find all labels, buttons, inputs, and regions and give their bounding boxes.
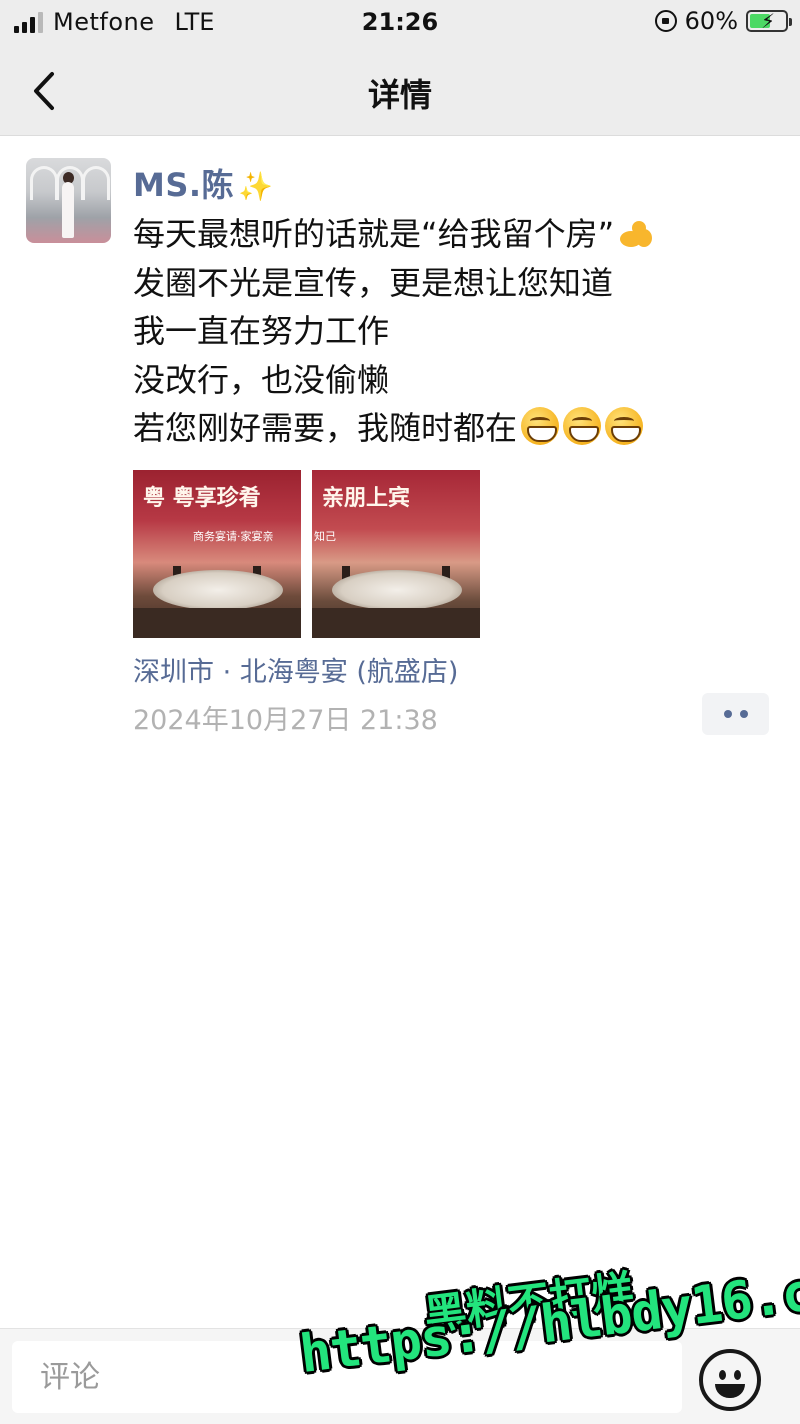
post-line-text: 若您刚好需要，我随时都在 <box>133 409 518 447</box>
sparkles-icon: ✨ <box>238 170 274 203</box>
charging-bolt-icon: ⚡ <box>761 9 776 33</box>
image-subtitle: 商务宴请·家宴亲 <box>193 530 274 543</box>
more-dots-icon <box>739 710 748 718</box>
flexed-biceps-icon <box>618 219 654 249</box>
dining-table-shape <box>153 570 283 610</box>
post-image[interactable]: 粤 粤享珍肴 商务宴请·家宴亲 <box>133 470 301 638</box>
post-line: 没改行，也没偷懒 <box>133 360 390 399</box>
battery-percent: 60% <box>684 7 738 35</box>
post-line: 若您刚好需要，我随时都在 <box>133 404 773 453</box>
avatar-arch <box>82 166 110 200</box>
status-bar: Metfone LTE 21:26 60% ⚡ <box>0 0 800 46</box>
carrier-name: Metfone <box>53 8 155 36</box>
avatar-arch <box>30 166 58 200</box>
comment-bar <box>0 1328 800 1424</box>
more-options-button[interactable] <box>702 693 769 735</box>
chevron-left-icon <box>34 72 54 110</box>
status-right: 60% ⚡ <box>654 7 792 35</box>
post-image[interactable]: 亲朋上宾 知己 <box>312 470 480 638</box>
image-title: 粤 粤享珍肴 <box>143 485 261 511</box>
comment-input[interactable] <box>12 1341 682 1413</box>
post-line: 发圈不光是宣传，更是想让您知道 <box>133 263 614 302</box>
avatar[interactable] <box>26 158 111 243</box>
status-left: Metfone LTE <box>14 8 214 36</box>
post-text: 每天最想听的话就是“给我留个房” 发圈不光是宣传，更是想让您知道 我一直在努力工… <box>133 210 773 453</box>
battery-charging-icon: ⚡ <box>746 9 792 33</box>
smiley-eye <box>734 1370 741 1380</box>
page-title: 详情 <box>367 76 432 114</box>
avatar-figure <box>62 182 74 238</box>
nav-bar: 详情 <box>0 46 800 136</box>
more-dots-icon <box>723 710 732 718</box>
smiley-mouth <box>715 1384 745 1398</box>
floor-shape <box>312 608 480 638</box>
image-title: 亲朋上宾 <box>322 485 411 511</box>
user-name[interactable]: MS.陈 ✨ <box>133 160 273 206</box>
back-button[interactable] <box>28 68 68 114</box>
dining-table-shape <box>332 570 462 610</box>
grinning-face-icon <box>605 407 644 445</box>
post-timestamp: 2024年10月27日 21:38 <box>133 705 438 736</box>
grinning-face-icon <box>563 407 602 445</box>
post-line-text: 每天最想听的话就是“给我留个房” <box>133 215 615 253</box>
signal-icon <box>14 11 43 33</box>
post-location[interactable]: 深圳市 · 北海粤宴 (航盛店) <box>133 650 458 689</box>
user-name-text: MS.陈 <box>133 166 235 204</box>
grinning-face-icon <box>521 407 560 445</box>
orientation-lock-icon <box>654 10 677 32</box>
smiley-eye <box>719 1370 726 1380</box>
network-type: LTE <box>174 8 215 36</box>
smiley-face-icon[interactable] <box>699 1349 761 1411</box>
post-line: 每天最想听的话就是“给我留个房” <box>133 210 773 259</box>
floor-shape <box>133 608 301 638</box>
image-subtitle: 知己 <box>314 530 336 543</box>
post-line: 我一直在努力工作 <box>133 312 390 350</box>
